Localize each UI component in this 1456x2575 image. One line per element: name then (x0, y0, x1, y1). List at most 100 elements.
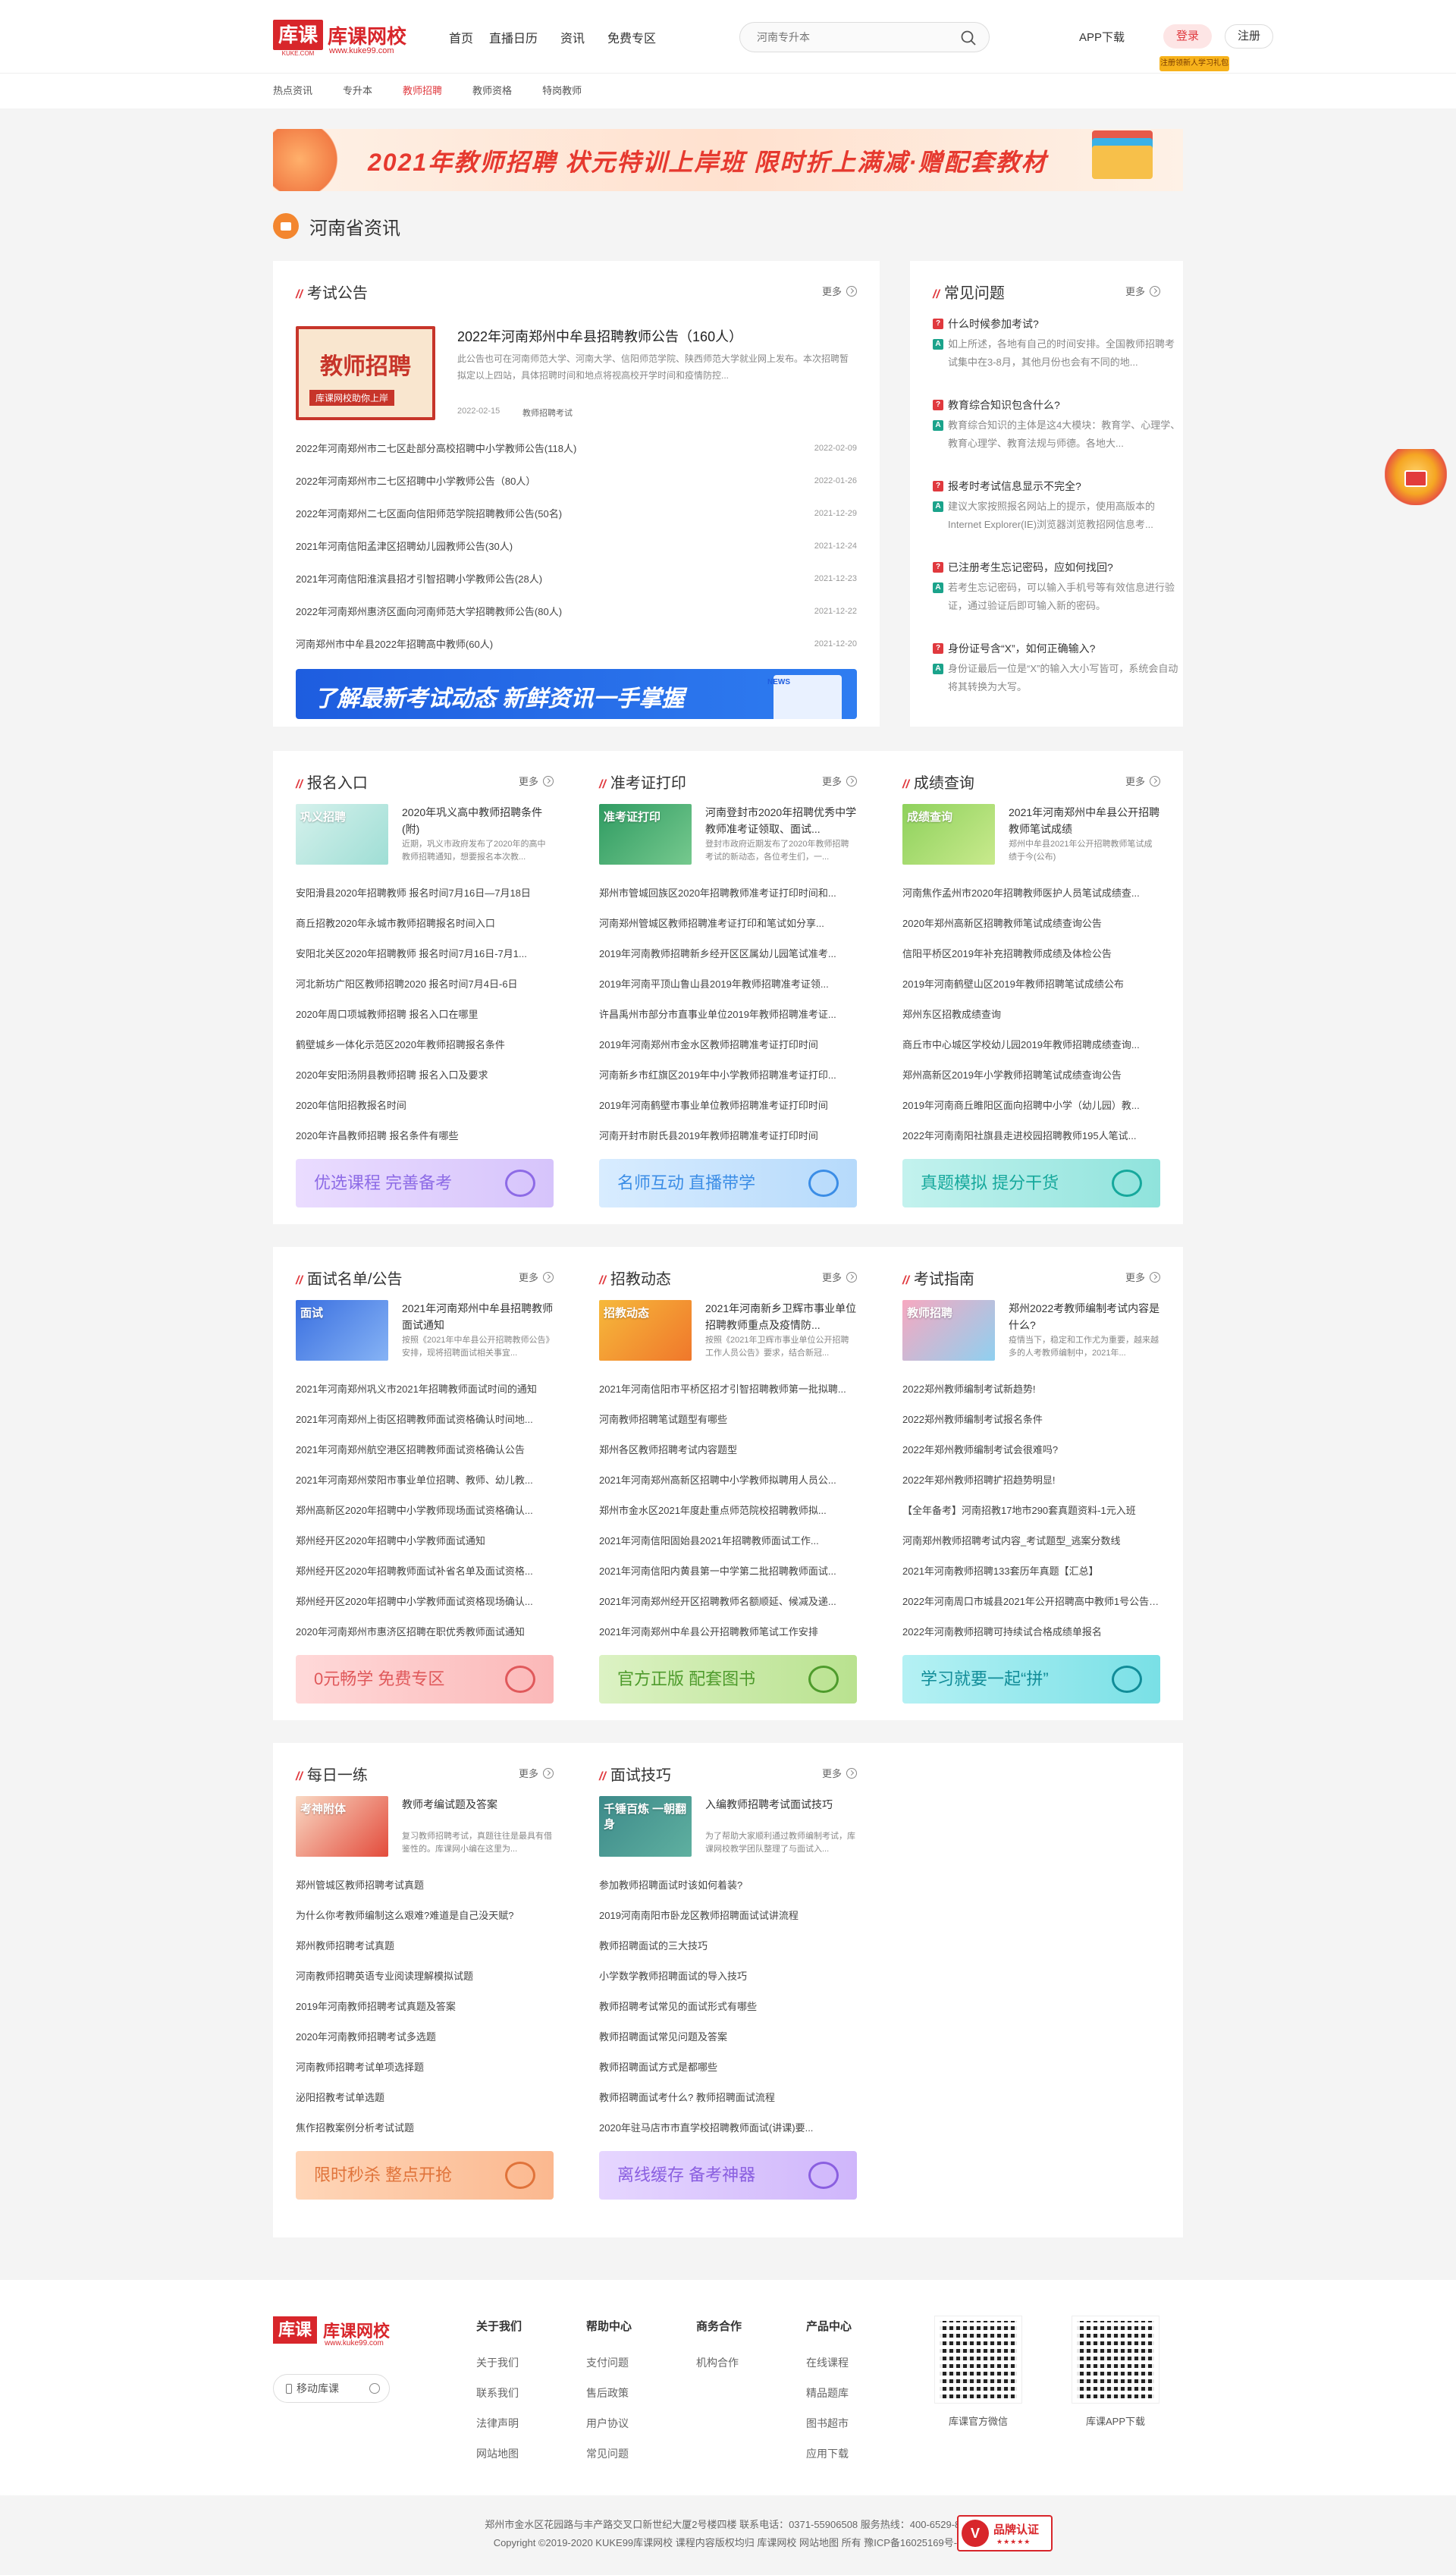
list-item[interactable]: 2021年河南信阳固始县2021年招聘教师面试工作... (599, 1526, 857, 1556)
list-item[interactable]: 2021年河南郑州高新区招聘中小学教师拟聘用人员公... (599, 1465, 857, 1496)
column-promo-button[interactable]: 离线缓存 备考神器 (599, 2151, 857, 2200)
floating-gift-widget[interactable] (1385, 449, 1447, 505)
column-promo-button[interactable]: 真题模拟 提分干货 (902, 1159, 1160, 1207)
list-item[interactable]: 2021年河南郑州航空港区招聘教师面试资格确认公告 (296, 1435, 554, 1465)
list-item[interactable]: 参加教师招聘面试时该如何着装? (599, 1870, 857, 1901)
list-item[interactable]: 2020年河南郑州市惠济区招聘在职优秀教师面试通知 (296, 1617, 554, 1647)
list-item[interactable]: 2021年河南郑州经开区招聘教师名额顺延、候减及递... (599, 1587, 857, 1617)
list-item[interactable]: 安阳北关区2020年招聘教师 报名时间7月16日-7月1... (296, 939, 554, 969)
list-item[interactable]: 商丘市中心城区学校幼儿园2019年教师招聘成绩查询... (902, 1030, 1160, 1060)
footer-logo[interactable]: 库课 库课网校 www.kuke99.com (273, 2316, 410, 2351)
list-item[interactable]: 郑州经开区2020年招聘教师面试补省名单及面试资格... (296, 1556, 554, 1587)
search-input[interactable] (757, 30, 954, 45)
notice-row[interactable]: 2022年河南郑州市二七区赴部分高校招聘中小学教师公告(118人) 2022-02… (296, 432, 857, 465)
list-item[interactable]: 河南焦作孟州市2020年招聘教师医护人员笔试成绩查... (902, 878, 1160, 909)
list-item[interactable]: 泌阳招教考试单选题 (296, 2083, 554, 2113)
list-item[interactable]: 2019年河南鹤壁山区2019年教师招聘笔试成绩公布 (902, 969, 1160, 1000)
nav-live-calendar[interactable]: 直播日历 (484, 28, 543, 46)
subnav-hot-news[interactable]: 热点资讯 (273, 74, 312, 108)
list-item[interactable]: 河南郑州教师招聘考试内容_考试题型_逃案分数线 (902, 1526, 1160, 1556)
news-ad-banner[interactable]: 了解最新考试动态 新鲜资讯一手掌握 NEWS (296, 669, 857, 719)
faq-item[interactable]: 什么时候参加考试? 如上所述，各地有自己的时间安排。全国教师招聘考试集中在3-8月… (933, 316, 1183, 372)
column-promo-button[interactable]: 学习就要一起“拼” (902, 1655, 1160, 1704)
list-item[interactable]: 2022年郑州教师编制考试会很难吗? (902, 1435, 1160, 1465)
list-item[interactable]: 2019年河南平顶山鲁山县2019年教师招聘准考证领... (599, 969, 857, 1000)
list-item[interactable]: 郑州经开区2020年招聘中小学教师面试通知 (296, 1526, 554, 1556)
list-item[interactable]: 郑州高新区2019年小学教师招聘笔试成绩查询公告 (902, 1060, 1160, 1091)
list-item[interactable]: 2022年河南南阳社旗县走进校园招聘教师195人笔试... (902, 1121, 1160, 1151)
notice-row[interactable]: 2021年河南信阳孟津区招聘幼儿园教师公告(30人) 2021-12-24 (296, 530, 857, 563)
footer-link[interactable]: 网站地图 (476, 2438, 522, 2469)
featured-article-title[interactable]: 入编教师招聘考试面试技巧 (705, 1796, 857, 1829)
footer-link[interactable]: 关于我们 (476, 2347, 522, 2378)
subnav-special-teacher[interactable]: 特岗教师 (542, 74, 582, 108)
column-promo-button[interactable]: 0元畅学 免费专区 (296, 1655, 554, 1704)
list-item[interactable]: 教师招聘面试常见问题及答案 (599, 2022, 857, 2052)
list-item[interactable]: 河南教师招聘英语专业阅读理解模拟试题 (296, 1961, 554, 1992)
column-thumbnail[interactable]: 面试 (296, 1300, 388, 1361)
featured-thumbnail[interactable]: 教师招聘 库课网校助你上岸 (296, 326, 435, 420)
column-more[interactable]: 更多 (1125, 774, 1160, 788)
list-item[interactable]: 2021年河南郑州巩义市2021年招聘教师面试时间的通知 (296, 1374, 554, 1405)
list-item[interactable]: 2020年安阳汤阴县教师招聘 报名入口及要求 (296, 1060, 554, 1091)
faq-item[interactable]: 身份证号含“X”，如何正确输入? 身份证最后一位是“X”的输入大小写皆可，系统会自… (933, 640, 1183, 696)
login-button[interactable]: 登录 (1163, 24, 1212, 49)
list-item[interactable]: 2020年信阳招教报名时间 (296, 1091, 554, 1121)
list-item[interactable]: 2020年驻马店市市直学校招聘教师面试(讲课)要... (599, 2113, 857, 2143)
nav-free-zone[interactable]: 免费专区 (602, 28, 661, 46)
list-item[interactable]: 郑州各区教师招聘考试内容题型 (599, 1435, 857, 1465)
list-item[interactable]: 2019年河南郑州市金水区教师招聘准考证打印时间 (599, 1030, 857, 1060)
featured-article-title[interactable]: 河南登封市2020年招聘优秀中学教师准考证领取、面试... (705, 804, 857, 837)
footer-link[interactable]: 应用下载 (806, 2438, 852, 2469)
list-item[interactable]: 焦作招教案例分析考试试题 (296, 2113, 554, 2143)
subnav-teacher-recruit[interactable]: 教师招聘 (403, 74, 442, 108)
list-item[interactable]: 2021年河南郑州荥阳市事业单位招聘、教师、幼儿教... (296, 1465, 554, 1496)
app-download-link[interactable]: APP下载 (1079, 29, 1125, 45)
list-item[interactable]: 2020年周口项城教师招聘 报名入口在哪里 (296, 1000, 554, 1030)
list-item[interactable]: 信阳平桥区2019年补充招聘教师成绩及体检公告 (902, 939, 1160, 969)
column-thumbnail[interactable]: 成绩查询 (902, 804, 995, 865)
column-thumbnail[interactable]: 准考证打印 (599, 804, 692, 865)
list-item[interactable]: 2021年河南郑州上街区招聘教师面试资格确认时间地... (296, 1405, 554, 1435)
footer-link[interactable]: 在线课程 (806, 2347, 852, 2378)
featured-article-title[interactable]: 2021年河南新乡卫辉市事业单位招聘教师重点及疫情防... (705, 1300, 857, 1333)
featured-article-title[interactable]: 2021年河南郑州中牟县招聘教师面试通知 (402, 1300, 554, 1333)
list-item[interactable]: 郑州高新区2020年招聘中小学教师现场面试资格确认... (296, 1496, 554, 1526)
column-thumbnail[interactable]: 教师招聘 (902, 1300, 995, 1361)
list-item[interactable]: 为什么你考教师编制这么艰难?难道是自己没天赋? (296, 1901, 554, 1931)
list-item[interactable]: 2021年河南信阳内黄县第一中学第二批招聘教师面试... (599, 1556, 857, 1587)
notice-row[interactable]: 2021年河南信阳淮滨县招才引智招聘小学教师公告(28人) 2021-12-23 (296, 563, 857, 595)
footer-link[interactable]: 精品题库 (806, 2378, 852, 2408)
column-more[interactable]: 更多 (519, 1766, 554, 1780)
list-item[interactable]: 2019年河南商丘睢阳区面向招聘中小学（幼儿园）教... (902, 1091, 1160, 1121)
list-item[interactable]: 2021年河南教师招聘133套历年真题【汇总】 (902, 1556, 1160, 1587)
footer-link[interactable]: 用户协议 (586, 2408, 632, 2438)
list-item[interactable]: 2019年河南教师招聘新乡经开区区属幼儿园笔试准考... (599, 939, 857, 969)
faq-item[interactable]: 已注册考生忘记密码，应如何找回? 若考生忘记密码，可以输入手机号等有效信息进行验证… (933, 559, 1183, 615)
footer-link[interactable]: 机构合作 (696, 2347, 742, 2378)
list-item[interactable]: 2019年河南教师招聘考试真题及答案 (296, 1992, 554, 2022)
featured-article-title[interactable]: 郑州2022考教师编制考试内容是什么? (1009, 1300, 1160, 1333)
list-item[interactable]: 郑州经开区2020年招聘中小学教师面试资格现场确认... (296, 1587, 554, 1617)
list-item[interactable]: 河南郑州管城区教师招聘准考证打印和笔试如分享... (599, 909, 857, 939)
footer-link[interactable]: 售后政策 (586, 2378, 632, 2408)
column-thumbnail[interactable]: 招教动态 (599, 1300, 692, 1361)
column-thumbnail[interactable]: 考神附体 (296, 1796, 388, 1857)
list-item[interactable]: 河南新乡市红旗区2019年中小学教师招聘准考证打印... (599, 1060, 857, 1091)
list-item[interactable]: 2020年许昌教师招聘 报名条件有哪些 (296, 1121, 554, 1151)
column-thumbnail[interactable]: 千锤百炼 一朝翻身 (599, 1796, 692, 1857)
list-item[interactable]: 2019年河南鹤壁市事业单位教师招聘准考证打印时间 (599, 1091, 857, 1121)
list-item[interactable]: 河南教师招聘考试单项选择题 (296, 2052, 554, 2083)
list-item[interactable]: 河南教师招聘笔试题型有哪些 (599, 1405, 857, 1435)
notice-row[interactable]: 2022年河南郑州二七区面向信阳师范学院招聘教师公告(50名) 2021-12-2… (296, 498, 857, 530)
column-promo-button[interactable]: 官方正版 配套图书 (599, 1655, 857, 1704)
column-more[interactable]: 更多 (822, 1270, 857, 1284)
nav-home[interactable]: 首页 (438, 28, 484, 46)
list-item[interactable]: 2022郑州教师编制考试新趋势! (902, 1374, 1160, 1405)
subnav-teacher-qualification[interactable]: 教师资格 (472, 74, 512, 108)
list-item[interactable]: 郑州管城区教师招聘考试真题 (296, 1870, 554, 1901)
list-item[interactable]: 2020年河南教师招聘考试多选题 (296, 2022, 554, 2052)
list-item[interactable]: 2021年河南郑州中牟县公开招聘教师笔试工作安排 (599, 1617, 857, 1647)
list-item[interactable]: 2022年河南教师招聘可持续试合格成绩单报名 (902, 1617, 1160, 1647)
list-item[interactable]: 教师招聘面试的三大技巧 (599, 1931, 857, 1961)
